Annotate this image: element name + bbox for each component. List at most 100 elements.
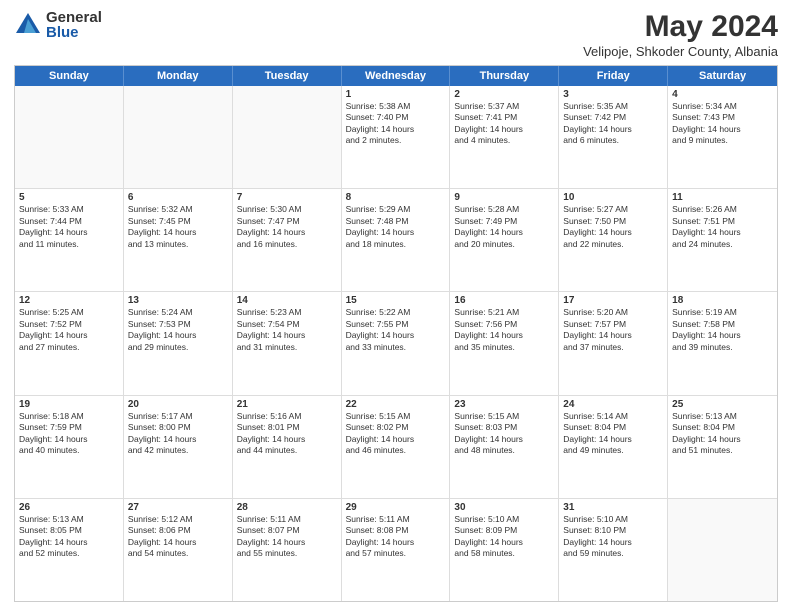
calendar-header-thursday: Thursday	[450, 66, 559, 86]
calendar-header-sunday: Sunday	[15, 66, 124, 86]
logo-text: General Blue	[46, 10, 102, 40]
cell-line: Daylight: 14 hours	[346, 227, 446, 238]
cell-line: Daylight: 14 hours	[128, 330, 228, 341]
cell-line: Daylight: 14 hours	[346, 434, 446, 445]
day-number: 19	[19, 399, 119, 410]
cell-line: Sunset: 7:45 PM	[128, 216, 228, 227]
calendar-row-4: 26Sunrise: 5:13 AMSunset: 8:05 PMDayligh…	[15, 498, 777, 601]
day-number: 9	[454, 192, 554, 203]
day-number: 11	[672, 192, 773, 203]
day-number: 31	[563, 502, 663, 513]
cell-line: and 55 minutes.	[237, 548, 337, 559]
calendar-cell-r3-c2: 21Sunrise: 5:16 AMSunset: 8:01 PMDayligh…	[233, 396, 342, 498]
calendar-row-1: 5Sunrise: 5:33 AMSunset: 7:44 PMDaylight…	[15, 188, 777, 291]
cell-line: and 54 minutes.	[128, 548, 228, 559]
calendar-cell-r0-c3: 1Sunrise: 5:38 AMSunset: 7:40 PMDaylight…	[342, 86, 451, 188]
calendar: SundayMondayTuesdayWednesdayThursdayFrid…	[14, 65, 778, 602]
calendar-cell-r2-c2: 14Sunrise: 5:23 AMSunset: 7:54 PMDayligh…	[233, 292, 342, 394]
calendar-row-3: 19Sunrise: 5:18 AMSunset: 7:59 PMDayligh…	[15, 395, 777, 498]
logo-blue: Blue	[46, 25, 102, 40]
cell-line: and 2 minutes.	[346, 135, 446, 146]
cell-line: Sunset: 7:54 PM	[237, 319, 337, 330]
cell-line: Sunset: 8:01 PM	[237, 422, 337, 433]
cell-line: Sunset: 8:00 PM	[128, 422, 228, 433]
calendar-cell-r1-c1: 6Sunrise: 5:32 AMSunset: 7:45 PMDaylight…	[124, 189, 233, 291]
cell-line: Daylight: 14 hours	[454, 227, 554, 238]
calendar-cell-r1-c3: 8Sunrise: 5:29 AMSunset: 7:48 PMDaylight…	[342, 189, 451, 291]
calendar-cell-r3-c5: 24Sunrise: 5:14 AMSunset: 8:04 PMDayligh…	[559, 396, 668, 498]
cell-line: Daylight: 14 hours	[563, 227, 663, 238]
cell-line: Sunset: 7:47 PM	[237, 216, 337, 227]
cell-line: Daylight: 14 hours	[19, 330, 119, 341]
cell-line: Daylight: 14 hours	[454, 434, 554, 445]
cell-line: Daylight: 14 hours	[237, 434, 337, 445]
cell-line: and 13 minutes.	[128, 239, 228, 250]
cell-line: Daylight: 14 hours	[346, 124, 446, 135]
day-number: 18	[672, 295, 773, 306]
cell-line: and 35 minutes.	[454, 342, 554, 353]
cell-line: Sunrise: 5:33 AM	[19, 204, 119, 215]
day-number: 10	[563, 192, 663, 203]
cell-line: and 57 minutes.	[346, 548, 446, 559]
calendar-cell-r2-c0: 12Sunrise: 5:25 AMSunset: 7:52 PMDayligh…	[15, 292, 124, 394]
cell-line: Sunset: 7:44 PM	[19, 216, 119, 227]
cell-line: Sunset: 8:04 PM	[563, 422, 663, 433]
cell-line: Sunrise: 5:27 AM	[563, 204, 663, 215]
day-number: 5	[19, 192, 119, 203]
calendar-cell-r4-c0: 26Sunrise: 5:13 AMSunset: 8:05 PMDayligh…	[15, 499, 124, 601]
day-number: 24	[563, 399, 663, 410]
calendar-cell-r3-c1: 20Sunrise: 5:17 AMSunset: 8:00 PMDayligh…	[124, 396, 233, 498]
calendar-cell-r4-c2: 28Sunrise: 5:11 AMSunset: 8:07 PMDayligh…	[233, 499, 342, 601]
cell-line: Sunrise: 5:17 AM	[128, 411, 228, 422]
cell-line: Sunrise: 5:22 AM	[346, 307, 446, 318]
cell-line: and 37 minutes.	[563, 342, 663, 353]
calendar-cell-r0-c6: 4Sunrise: 5:34 AMSunset: 7:43 PMDaylight…	[668, 86, 777, 188]
cell-line: Sunset: 8:08 PM	[346, 525, 446, 536]
cell-line: and 11 minutes.	[19, 239, 119, 250]
day-number: 15	[346, 295, 446, 306]
cell-line: Sunrise: 5:23 AM	[237, 307, 337, 318]
cell-line: Daylight: 14 hours	[672, 330, 773, 341]
day-number: 16	[454, 295, 554, 306]
cell-line: and 20 minutes.	[454, 239, 554, 250]
calendar-cell-r2-c3: 15Sunrise: 5:22 AMSunset: 7:55 PMDayligh…	[342, 292, 451, 394]
day-number: 6	[128, 192, 228, 203]
cell-line: Daylight: 14 hours	[19, 227, 119, 238]
cell-line: Sunset: 7:57 PM	[563, 319, 663, 330]
cell-line: Daylight: 14 hours	[672, 124, 773, 135]
day-number: 7	[237, 192, 337, 203]
cell-line: and 33 minutes.	[346, 342, 446, 353]
calendar-row-2: 12Sunrise: 5:25 AMSunset: 7:52 PMDayligh…	[15, 291, 777, 394]
cell-line: Sunrise: 5:20 AM	[563, 307, 663, 318]
calendar-cell-r3-c0: 19Sunrise: 5:18 AMSunset: 7:59 PMDayligh…	[15, 396, 124, 498]
cell-line: and 40 minutes.	[19, 445, 119, 456]
calendar-cell-r1-c4: 9Sunrise: 5:28 AMSunset: 7:49 PMDaylight…	[450, 189, 559, 291]
cell-line: Sunrise: 5:19 AM	[672, 307, 773, 318]
cell-line: and 49 minutes.	[563, 445, 663, 456]
cell-line: Sunset: 8:03 PM	[454, 422, 554, 433]
cell-line: Sunset: 7:41 PM	[454, 112, 554, 123]
cell-line: Sunrise: 5:37 AM	[454, 101, 554, 112]
day-number: 25	[672, 399, 773, 410]
cell-line: Sunset: 8:07 PM	[237, 525, 337, 536]
cell-line: Sunset: 7:58 PM	[672, 319, 773, 330]
cell-line: Sunrise: 5:13 AM	[672, 411, 773, 422]
cell-line: Sunrise: 5:18 AM	[19, 411, 119, 422]
cell-line: Sunrise: 5:30 AM	[237, 204, 337, 215]
day-number: 2	[454, 89, 554, 100]
calendar-cell-r3-c4: 23Sunrise: 5:15 AMSunset: 8:03 PMDayligh…	[450, 396, 559, 498]
cell-line: Sunset: 8:05 PM	[19, 525, 119, 536]
calendar-cell-r2-c4: 16Sunrise: 5:21 AMSunset: 7:56 PMDayligh…	[450, 292, 559, 394]
day-number: 17	[563, 295, 663, 306]
cell-line: Sunrise: 5:11 AM	[346, 514, 446, 525]
cell-line: and 16 minutes.	[237, 239, 337, 250]
calendar-cell-r0-c1	[124, 86, 233, 188]
cell-line: and 31 minutes.	[237, 342, 337, 353]
cell-line: Sunrise: 5:15 AM	[454, 411, 554, 422]
calendar-cell-r1-c6: 11Sunrise: 5:26 AMSunset: 7:51 PMDayligh…	[668, 189, 777, 291]
cell-line: Sunrise: 5:21 AM	[454, 307, 554, 318]
cell-line: Daylight: 14 hours	[19, 434, 119, 445]
day-number: 27	[128, 502, 228, 513]
day-number: 29	[346, 502, 446, 513]
day-number: 30	[454, 502, 554, 513]
